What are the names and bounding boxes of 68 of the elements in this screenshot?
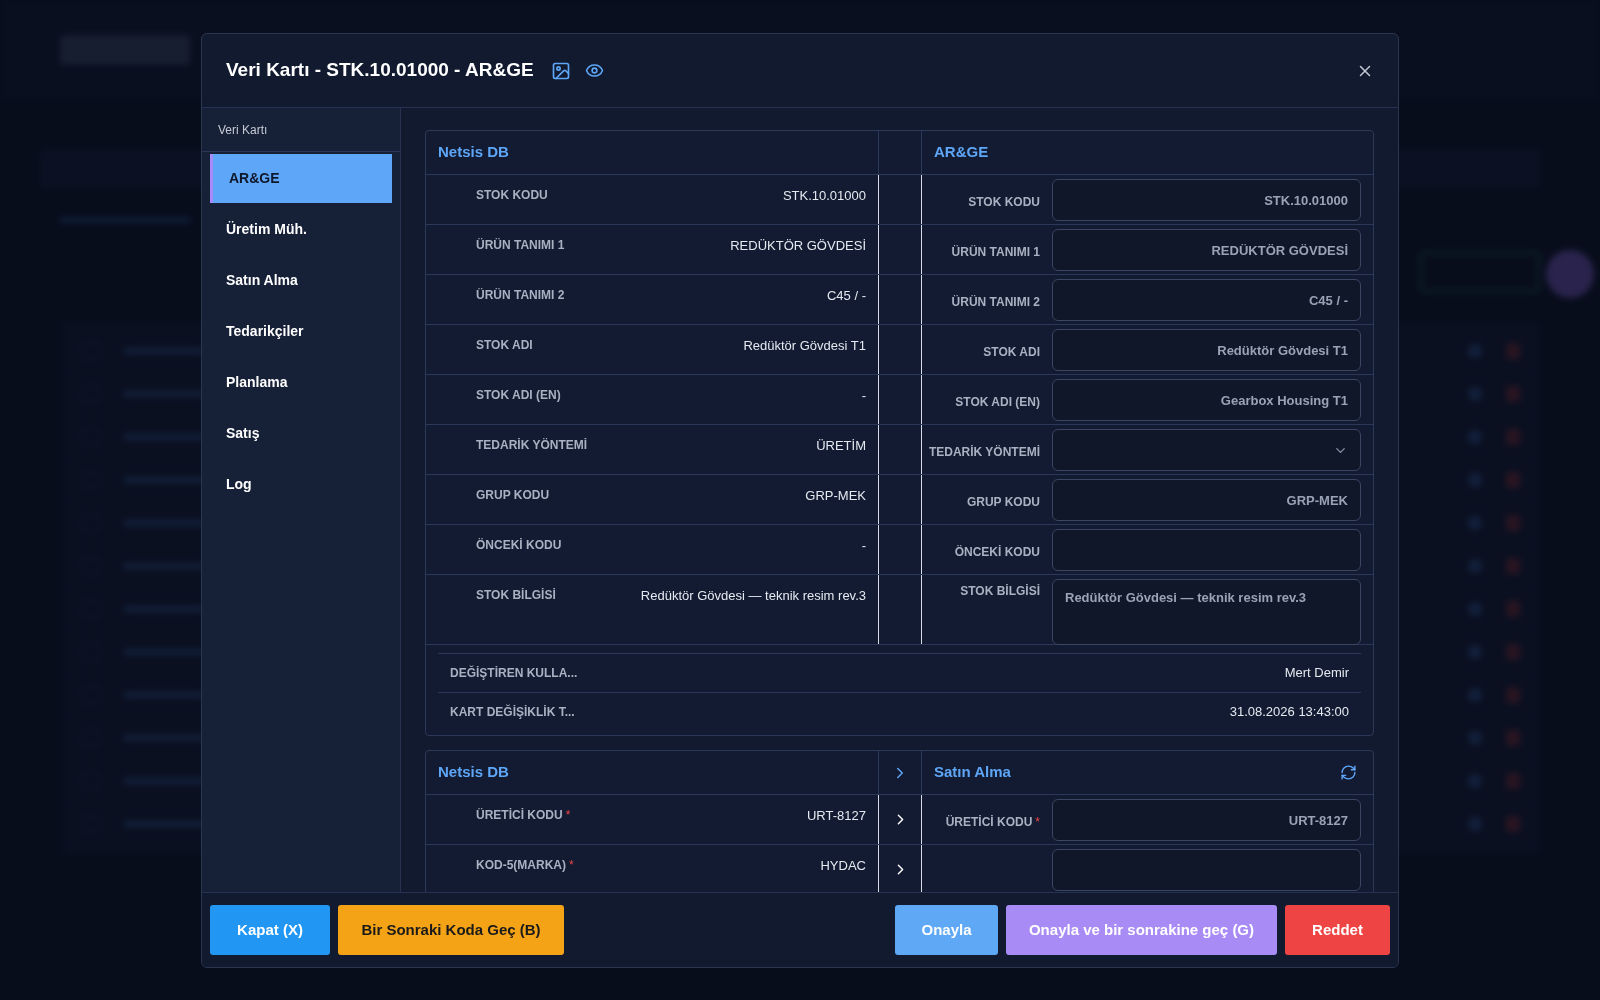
input-field[interactable]: Gearbox Housing T1 xyxy=(1052,379,1361,421)
audit-value: Mert Demir xyxy=(1284,664,1349,683)
input-field[interactable]: Redüktör Gövdesi T1 xyxy=(1052,329,1361,371)
field-label: STOK KODU xyxy=(968,194,1040,211)
source-value: - xyxy=(861,537,866,555)
field-label: ÜRÜN TANIMI 1 xyxy=(951,244,1040,261)
sidebar-item[interactable]: Planlama xyxy=(210,358,392,407)
sidebar-item[interactable]: Log xyxy=(210,460,392,509)
input-field[interactable]: STK.10.01000 xyxy=(1052,179,1361,221)
input-field[interactable]: URT-8127 xyxy=(1052,799,1361,841)
field-label: TEDARİK YÖNTEMİ xyxy=(476,437,588,454)
field-label: GRUP KODU xyxy=(476,487,550,504)
source-value: REDÜKTÖR GÖVDESİ xyxy=(730,237,866,255)
section-title: Netsis DB xyxy=(438,142,509,163)
input-field[interactable]: C45 / - xyxy=(1052,279,1361,321)
audit-label: DEĞİŞTİREN KULLA... xyxy=(450,664,578,682)
field-label: ÜRETİCİ KODU xyxy=(476,807,563,824)
field-label: ÜRÜN TANIMI 2 xyxy=(476,287,565,304)
required-mark: * xyxy=(569,857,574,874)
field-label: ÖNCEKİ KODU xyxy=(476,537,562,554)
field-label: STOK ADI (EN) xyxy=(476,387,561,404)
field-label: ÜRÜN TANIMI 1 xyxy=(476,237,565,254)
field-label: ÖNCEKİ KODU xyxy=(954,544,1040,561)
input-field[interactable]: Redüktör Gövdesi — teknik resim rev.3 xyxy=(1052,579,1361,645)
sidebar-item[interactable]: Satın Alma xyxy=(210,256,392,305)
footer-button[interactable]: Reddet xyxy=(1285,905,1390,955)
source-value: STK.10.01000 xyxy=(782,187,866,205)
field-label: STOK ADI (EN) xyxy=(955,394,1040,411)
footer-button[interactable]: Bir Sonraki Koda Geç (B) xyxy=(338,905,564,955)
field-label: TEDARİK YÖNTEMİ xyxy=(928,444,1040,461)
sidebar-item[interactable]: Satış xyxy=(210,409,392,458)
eye-icon[interactable] xyxy=(584,61,604,80)
field-label: ÜRETİCİ KODU xyxy=(945,814,1033,831)
sidebar-item[interactable]: AR&GE xyxy=(210,154,392,203)
field-label: STOK BİLGİSİ xyxy=(476,587,556,604)
input-field[interactable]: REDÜKTÖR GÖVDESİ xyxy=(1052,229,1361,271)
section-title: Satın Alma xyxy=(934,762,1011,783)
sidebar-item[interactable]: Tedarikçiler xyxy=(210,307,392,356)
image-icon[interactable] xyxy=(550,60,571,81)
required-mark: * xyxy=(565,807,571,824)
source-value: - xyxy=(861,387,866,405)
input-field[interactable] xyxy=(1052,849,1361,891)
input-field[interactable] xyxy=(1052,529,1361,571)
select-field[interactable] xyxy=(1052,429,1361,471)
section-title: AR&GE xyxy=(934,142,989,163)
input-field[interactable]: GRP-MEK xyxy=(1052,479,1361,521)
source-value: Redüktör Gövdesi — teknik resim rev.3 xyxy=(640,587,866,605)
source-value: Redüktör Gövdesi T1 xyxy=(743,337,866,355)
audit-value: 31.08.2026 13:43:00 xyxy=(1229,703,1349,722)
source-value: URT-8127 xyxy=(807,807,866,825)
field-label: GRUP KODU xyxy=(966,494,1040,511)
field-label: STOK BİLGİSİ xyxy=(960,583,1040,600)
field-label: STOK ADI xyxy=(476,337,533,354)
field-label: ÜRÜN TANIMI 2 xyxy=(951,294,1040,311)
field-label: STOK KODU xyxy=(476,187,548,204)
sidebar-header: Veri Kartı xyxy=(218,121,268,139)
audit-label: KART DEĞİŞİKLİK T... xyxy=(450,703,575,721)
source-value: ÜRETİM xyxy=(816,437,866,455)
source-value: C45 / - xyxy=(827,287,866,305)
refresh-icon[interactable] xyxy=(1340,764,1357,781)
modal-title: Veri Kartı - STK.10.01000 - AR&GE xyxy=(226,58,534,83)
source-value: HYDAC xyxy=(820,857,866,875)
sidebar-item[interactable]: Üretim Müh. xyxy=(210,205,392,254)
required-mark: * xyxy=(1035,814,1040,831)
source-value: GRP-MEK xyxy=(805,487,866,505)
field-label: STOK ADI xyxy=(983,344,1040,361)
field-label: KOD-5(MARKA) xyxy=(476,857,566,874)
section-title: Netsis DB xyxy=(438,762,509,783)
